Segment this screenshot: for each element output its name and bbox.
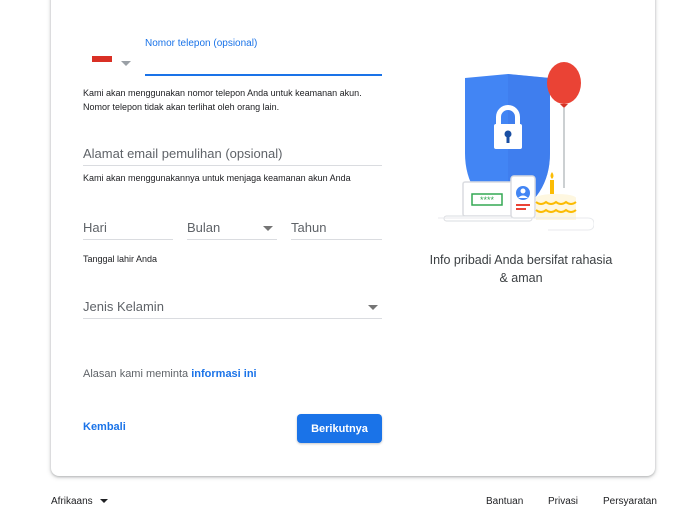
gender-underline [83, 318, 382, 319]
recovery-email-helper: Kami akan menggunakannya untuk menjaga k… [83, 173, 351, 183]
month-dropdown-icon[interactable] [263, 226, 273, 231]
balloon-icon [547, 62, 581, 188]
day-input[interactable]: Hari [83, 220, 107, 235]
day-underline [83, 239, 173, 240]
phone-helper-line2: Nomor telepon tidak akan terlihat oleh o… [83, 102, 280, 112]
phone-label: Nomor telepon (opsional) [145, 38, 258, 49]
privacy-caption: Info pribadi Anda bersifat rahasia & ama… [426, 251, 616, 287]
footer-terms-link[interactable]: Persyaratan [603, 496, 657, 507]
phone-helper-line1: Kami akan menggunakan nomor telepon Anda… [83, 88, 362, 98]
why-info-link[interactable]: informasi ini [191, 368, 256, 380]
caption-line2: & aman [499, 271, 543, 285]
password-mask: **** [480, 195, 495, 205]
phone-underline [145, 74, 382, 76]
recovery-email-input[interactable]: Alamat email pemulihan (opsional) [83, 146, 282, 161]
back-button[interactable]: Kembali [83, 421, 126, 433]
month-underline [187, 239, 277, 240]
why-info-text: Alasan kami meminta informasi ini [83, 368, 257, 380]
gender-dropdown-icon[interactable] [368, 305, 378, 310]
security-illustration: **** [438, 62, 594, 231]
next-button[interactable]: Berikutnya [297, 414, 382, 443]
recovery-email-underline [83, 165, 382, 166]
chevron-down-icon [100, 499, 109, 504]
caption-line1: Info pribadi Anda bersifat rahasia [429, 253, 613, 267]
phone-helper: Kami akan menggunakan nomor telepon Anda… [83, 86, 362, 114]
year-underline [291, 239, 382, 240]
why-info-prefix: Alasan kami meminta [83, 368, 192, 380]
language-selector[interactable]: Afrikaans [51, 496, 109, 507]
footer-help-link[interactable]: Bantuan [486, 496, 523, 507]
chevron-down-icon[interactable] [121, 61, 131, 66]
phone-device-icon [510, 175, 536, 219]
gender-select[interactable]: Jenis Kelamin [83, 299, 164, 314]
footer-privacy-link[interactable]: Privasi [548, 496, 578, 507]
birthday-helper: Tanggal lahir Anda [83, 254, 158, 264]
language-label: Afrikaans [51, 496, 93, 507]
year-input[interactable]: Tahun [291, 220, 326, 235]
country-flag-icon[interactable] [92, 56, 112, 69]
month-select[interactable]: Bulan [187, 220, 220, 235]
phone-input[interactable] [145, 54, 382, 72]
